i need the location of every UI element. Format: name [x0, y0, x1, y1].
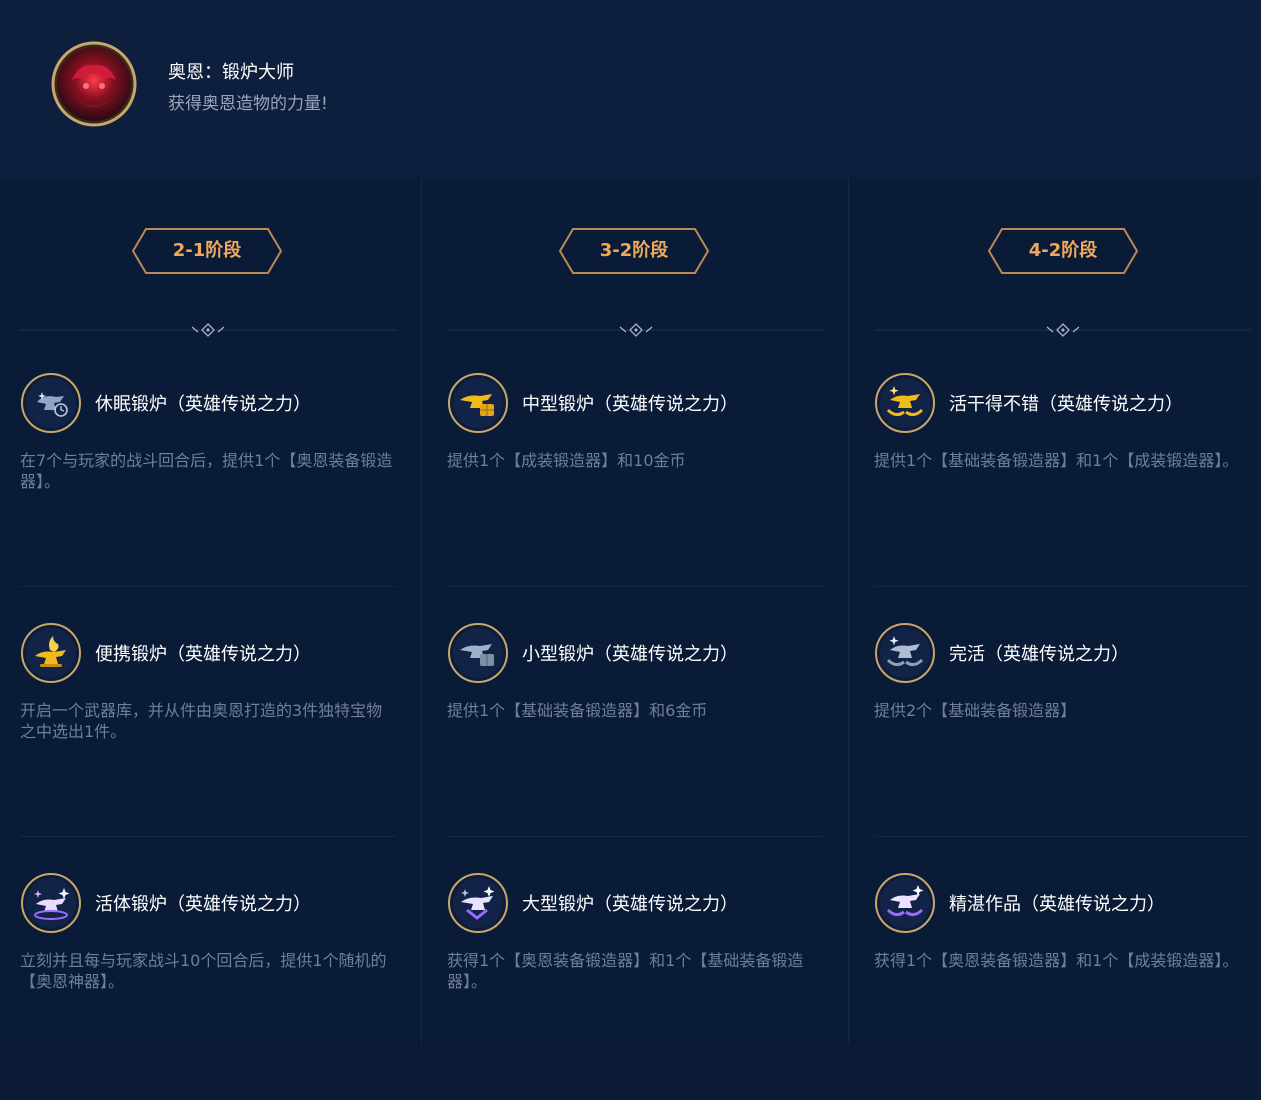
ornament-divider — [448, 321, 824, 339]
augment-name: 精湛作品（英雄传说之力） — [949, 894, 1165, 915]
augment-card[interactable]: 活体锻炉（英雄传说之力） 立刻并且每与玩家战斗10个回合后，提供1个随机的【奥恩神… — [20, 850, 400, 1100]
stage-badge: 4-2阶段 — [988, 228, 1138, 274]
masterwork-icon — [874, 872, 936, 934]
job-done-icon — [874, 622, 936, 684]
augment-card[interactable]: 小型锻炉（英雄传说之力） 提供1个【基础装备锻造器】和6金币 — [447, 600, 827, 850]
augment-description: 提供1个【基础装备锻造器】和6金币 — [447, 701, 708, 720]
augment-description: 提供2个【基础装备锻造器】 — [874, 701, 1077, 720]
large-forge-icon — [447, 872, 509, 934]
augment-name: 完活（英雄传说之力） — [949, 644, 1129, 665]
augment-name: 休眠锻炉（英雄传说之力） — [95, 394, 311, 415]
stage-label: 4-2阶段 — [1028, 240, 1098, 261]
living-forge-icon — [20, 872, 82, 934]
augment-title: 奥恩：锻炉大师 — [168, 62, 294, 83]
medium-forge-icon — [447, 372, 509, 434]
augment-card[interactable]: 休眠锻炉（英雄传说之力） 在7个与玩家的战斗回合后，提供1个【奥恩装备锻造器】。 — [20, 350, 400, 600]
augment-card[interactable]: 便携锻炉（英雄传说之力） 开启一个武器库，并从件由奥恩打造的3件独特宝物之中选出1… — [20, 600, 400, 850]
augment-description: 获得1个【奥恩装备锻造器】和1个【成装锻造器】。 — [874, 951, 1239, 970]
augment-card[interactable]: 大型锻炉（英雄传说之力） 获得1个【奥恩装备锻造器】和1个【基础装备锻造器】。 — [447, 850, 827, 1100]
good-work-icon — [874, 372, 936, 434]
augment-name: 小型锻炉（英雄传说之力） — [522, 644, 738, 665]
augment-name: 便携锻炉（英雄传说之力） — [95, 644, 311, 665]
augment-name: 中型锻炉（英雄传说之力） — [522, 394, 738, 415]
ornn-avatar — [50, 40, 138, 128]
augment-card[interactable]: 完活（英雄传说之力） 提供2个【基础装备锻造器】 — [874, 600, 1254, 850]
augment-card[interactable]: 中型锻炉（英雄传说之力） 提供1个【成装锻造器】和10金币 — [447, 350, 827, 600]
augment-description: 提供1个【基础装备锻造器】和1个【成装锻造器】。 — [874, 451, 1239, 470]
augment-description: 在7个与玩家的战斗回合后，提供1个【奥恩装备锻造器】。 — [20, 451, 393, 491]
ornament-divider — [20, 321, 396, 339]
augment-description: 获得1个【奥恩装备锻造器】和1个【基础装备锻造器】。 — [447, 951, 804, 991]
augment-card[interactable]: 活干得不错（英雄传说之力） 提供1个【基础装备锻造器】和1个【成装锻造器】。 — [874, 350, 1254, 600]
augment-description: 立刻并且每与玩家战斗10个回合后，提供1个随机的【奥恩神器】。 — [20, 951, 387, 991]
ornament-divider — [875, 321, 1251, 339]
augment-name: 活体锻炉（英雄传说之力） — [95, 894, 311, 915]
small-forge-icon — [447, 622, 509, 684]
augment-description: 开启一个武器库，并从件由奥恩打造的3件独特宝物之中选出1件。 — [20, 701, 383, 741]
portable-forge-icon — [20, 622, 82, 684]
stage-badge: 3-2阶段 — [559, 228, 709, 274]
stage-label: 2-1阶段 — [172, 240, 242, 261]
dormant-forge-icon — [20, 372, 82, 434]
stage-label: 3-2阶段 — [599, 240, 669, 261]
augment-header: 奥恩：锻炉大师 获得奥恩造物的力量! — [0, 0, 1261, 178]
augment-name: 大型锻炉（英雄传说之力） — [522, 894, 738, 915]
augment-subtitle: 获得奥恩造物的力量! — [168, 94, 328, 114]
augment-name: 活干得不错（英雄传说之力） — [949, 394, 1183, 415]
stage-badge: 2-1阶段 — [132, 228, 282, 274]
augment-description: 提供1个【成装锻造器】和10金币 — [447, 451, 686, 470]
augment-card[interactable]: 精湛作品（英雄传说之力） 获得1个【奥恩装备锻造器】和1个【成装锻造器】。 — [874, 850, 1254, 1100]
